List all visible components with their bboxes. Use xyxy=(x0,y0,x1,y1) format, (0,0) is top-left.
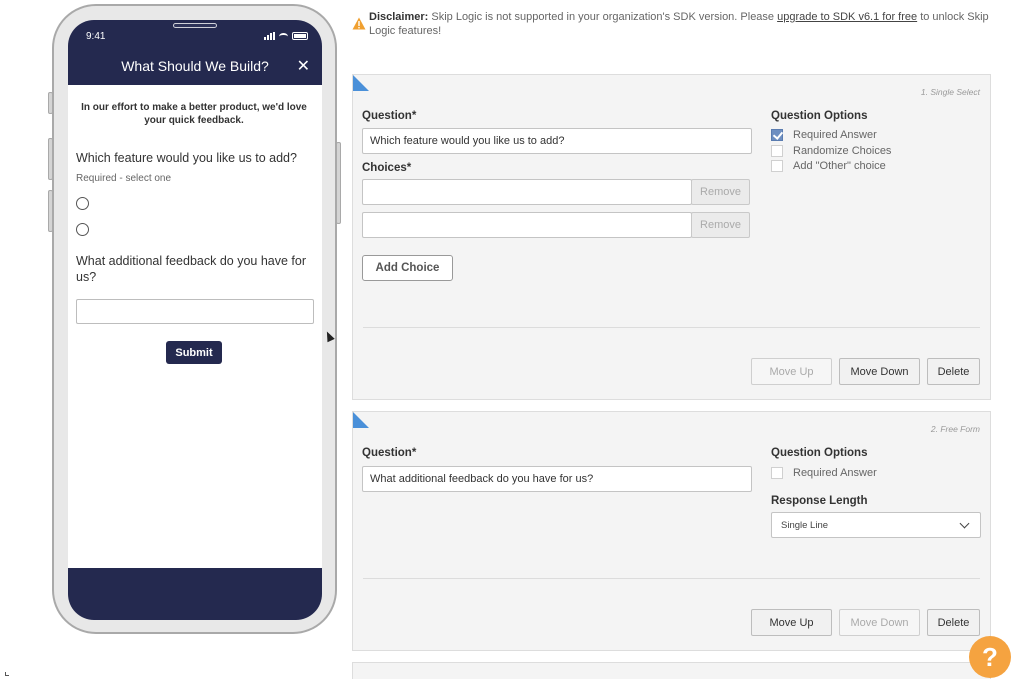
card-divider xyxy=(363,327,980,328)
status-time: 9:41 xyxy=(86,31,106,42)
response-length-label: Response Length xyxy=(771,495,868,507)
card-corner-marker xyxy=(353,75,369,91)
delete-button[interactable]: Delete xyxy=(927,609,980,636)
add-choice-button[interactable]: Add Choice xyxy=(362,255,453,281)
phone-side-button xyxy=(48,92,53,114)
choices-label: Choices* xyxy=(362,162,412,174)
choice-input-2[interactable] xyxy=(362,212,692,238)
question-type-label: 1. Single Select xyxy=(920,87,980,97)
required-answer-checkbox[interactable] xyxy=(771,467,783,479)
question-label: Question* xyxy=(362,110,417,122)
close-icon[interactable]: ✕ xyxy=(297,56,310,76)
option-required-answer[interactable]: Required Answer xyxy=(771,467,877,479)
disclaimer: Disclaimer: Skip Logic is not supported … xyxy=(352,10,1002,38)
choice-radio[interactable] xyxy=(76,197,89,210)
help-button[interactable]: ? xyxy=(969,636,1011,678)
move-up-button[interactable]: Move Up xyxy=(751,358,832,385)
response-length-select[interactable]: Single Line xyxy=(771,512,981,538)
chevron-down-icon xyxy=(959,518,970,529)
disclaimer-text: Skip Logic is not supported in your orga… xyxy=(428,11,778,23)
phone-power-button xyxy=(336,142,341,224)
survey-question-1: Which feature would you like us to add? xyxy=(76,151,297,165)
disclaimer-label: Disclaimer: xyxy=(369,11,429,23)
move-down-button[interactable]: Move Down xyxy=(839,609,920,636)
option-label: Required Answer xyxy=(793,467,877,479)
wifi-icon xyxy=(279,32,288,40)
move-down-button[interactable]: Move Down xyxy=(839,358,920,385)
upgrade-link[interactable]: upgrade to SDK v6.1 for free xyxy=(777,11,917,23)
signal-icon xyxy=(264,32,275,40)
phone-side-button xyxy=(48,190,53,232)
warning-icon xyxy=(352,17,366,30)
option-add-other[interactable]: Add "Other" choice xyxy=(771,160,886,172)
response-length-value: Single Line xyxy=(781,520,829,531)
corner-mark-icon xyxy=(5,672,9,676)
option-label: Randomize Choices xyxy=(793,145,892,157)
question-options-title: Question Options xyxy=(771,110,868,122)
phone-footer xyxy=(68,568,322,620)
question-input[interactable]: What additional feedback do you have for… xyxy=(362,466,752,492)
option-label: Required Answer xyxy=(793,129,877,141)
battery-icon xyxy=(292,32,308,40)
question-card-2: 2. Free Form Question* What additional f… xyxy=(352,411,991,651)
question-input[interactable]: Which feature would you like us to add? xyxy=(362,128,752,154)
feedback-input[interactable] xyxy=(76,299,314,324)
move-up-button[interactable]: Move Up xyxy=(751,609,832,636)
card-divider xyxy=(363,578,980,579)
choice-radio[interactable] xyxy=(76,223,89,236)
question-label: Question* xyxy=(362,447,417,459)
question-type-label: 2. Free Form xyxy=(930,424,980,434)
randomize-choices-checkbox[interactable] xyxy=(771,145,783,157)
delete-button[interactable]: Delete xyxy=(927,358,980,385)
add-other-checkbox[interactable] xyxy=(771,160,783,172)
survey-editor-page: 9:41 What Should We Build? ✕ In our effo… xyxy=(0,0,1024,679)
option-required-answer[interactable]: Required Answer xyxy=(771,129,877,141)
survey-intro: In our effort to make a better product, … xyxy=(81,102,307,126)
option-randomize-choices[interactable]: Randomize Choices xyxy=(771,145,891,157)
choice-input-1[interactable] xyxy=(362,179,692,205)
phone-speaker xyxy=(173,23,217,28)
remove-choice-button[interactable]: Remove xyxy=(691,179,750,205)
required-answer-checkbox[interactable] xyxy=(771,129,783,141)
question-options-title: Question Options xyxy=(771,447,868,459)
remove-choice-button[interactable]: Remove xyxy=(691,212,750,238)
phone-side-button xyxy=(48,138,53,180)
question-card-3 xyxy=(352,662,991,679)
survey-title: What Should We Build? xyxy=(121,58,269,74)
submit-button[interactable]: Submit xyxy=(166,341,222,364)
question-card-1: 1. Single Select Question* Which feature… xyxy=(352,74,991,400)
status-icons xyxy=(264,32,308,40)
card-corner-marker xyxy=(353,412,369,428)
survey-question-2: What additional feedback do you have for… xyxy=(76,254,307,284)
phone-survey-header: 9:41 What Should We Build? ✕ xyxy=(68,20,322,85)
phone-screen: 9:41 What Should We Build? ✕ In our effo… xyxy=(68,20,322,620)
survey-question-1-hint: Required - select one xyxy=(76,173,172,184)
option-label: Add "Other" choice xyxy=(793,160,886,172)
